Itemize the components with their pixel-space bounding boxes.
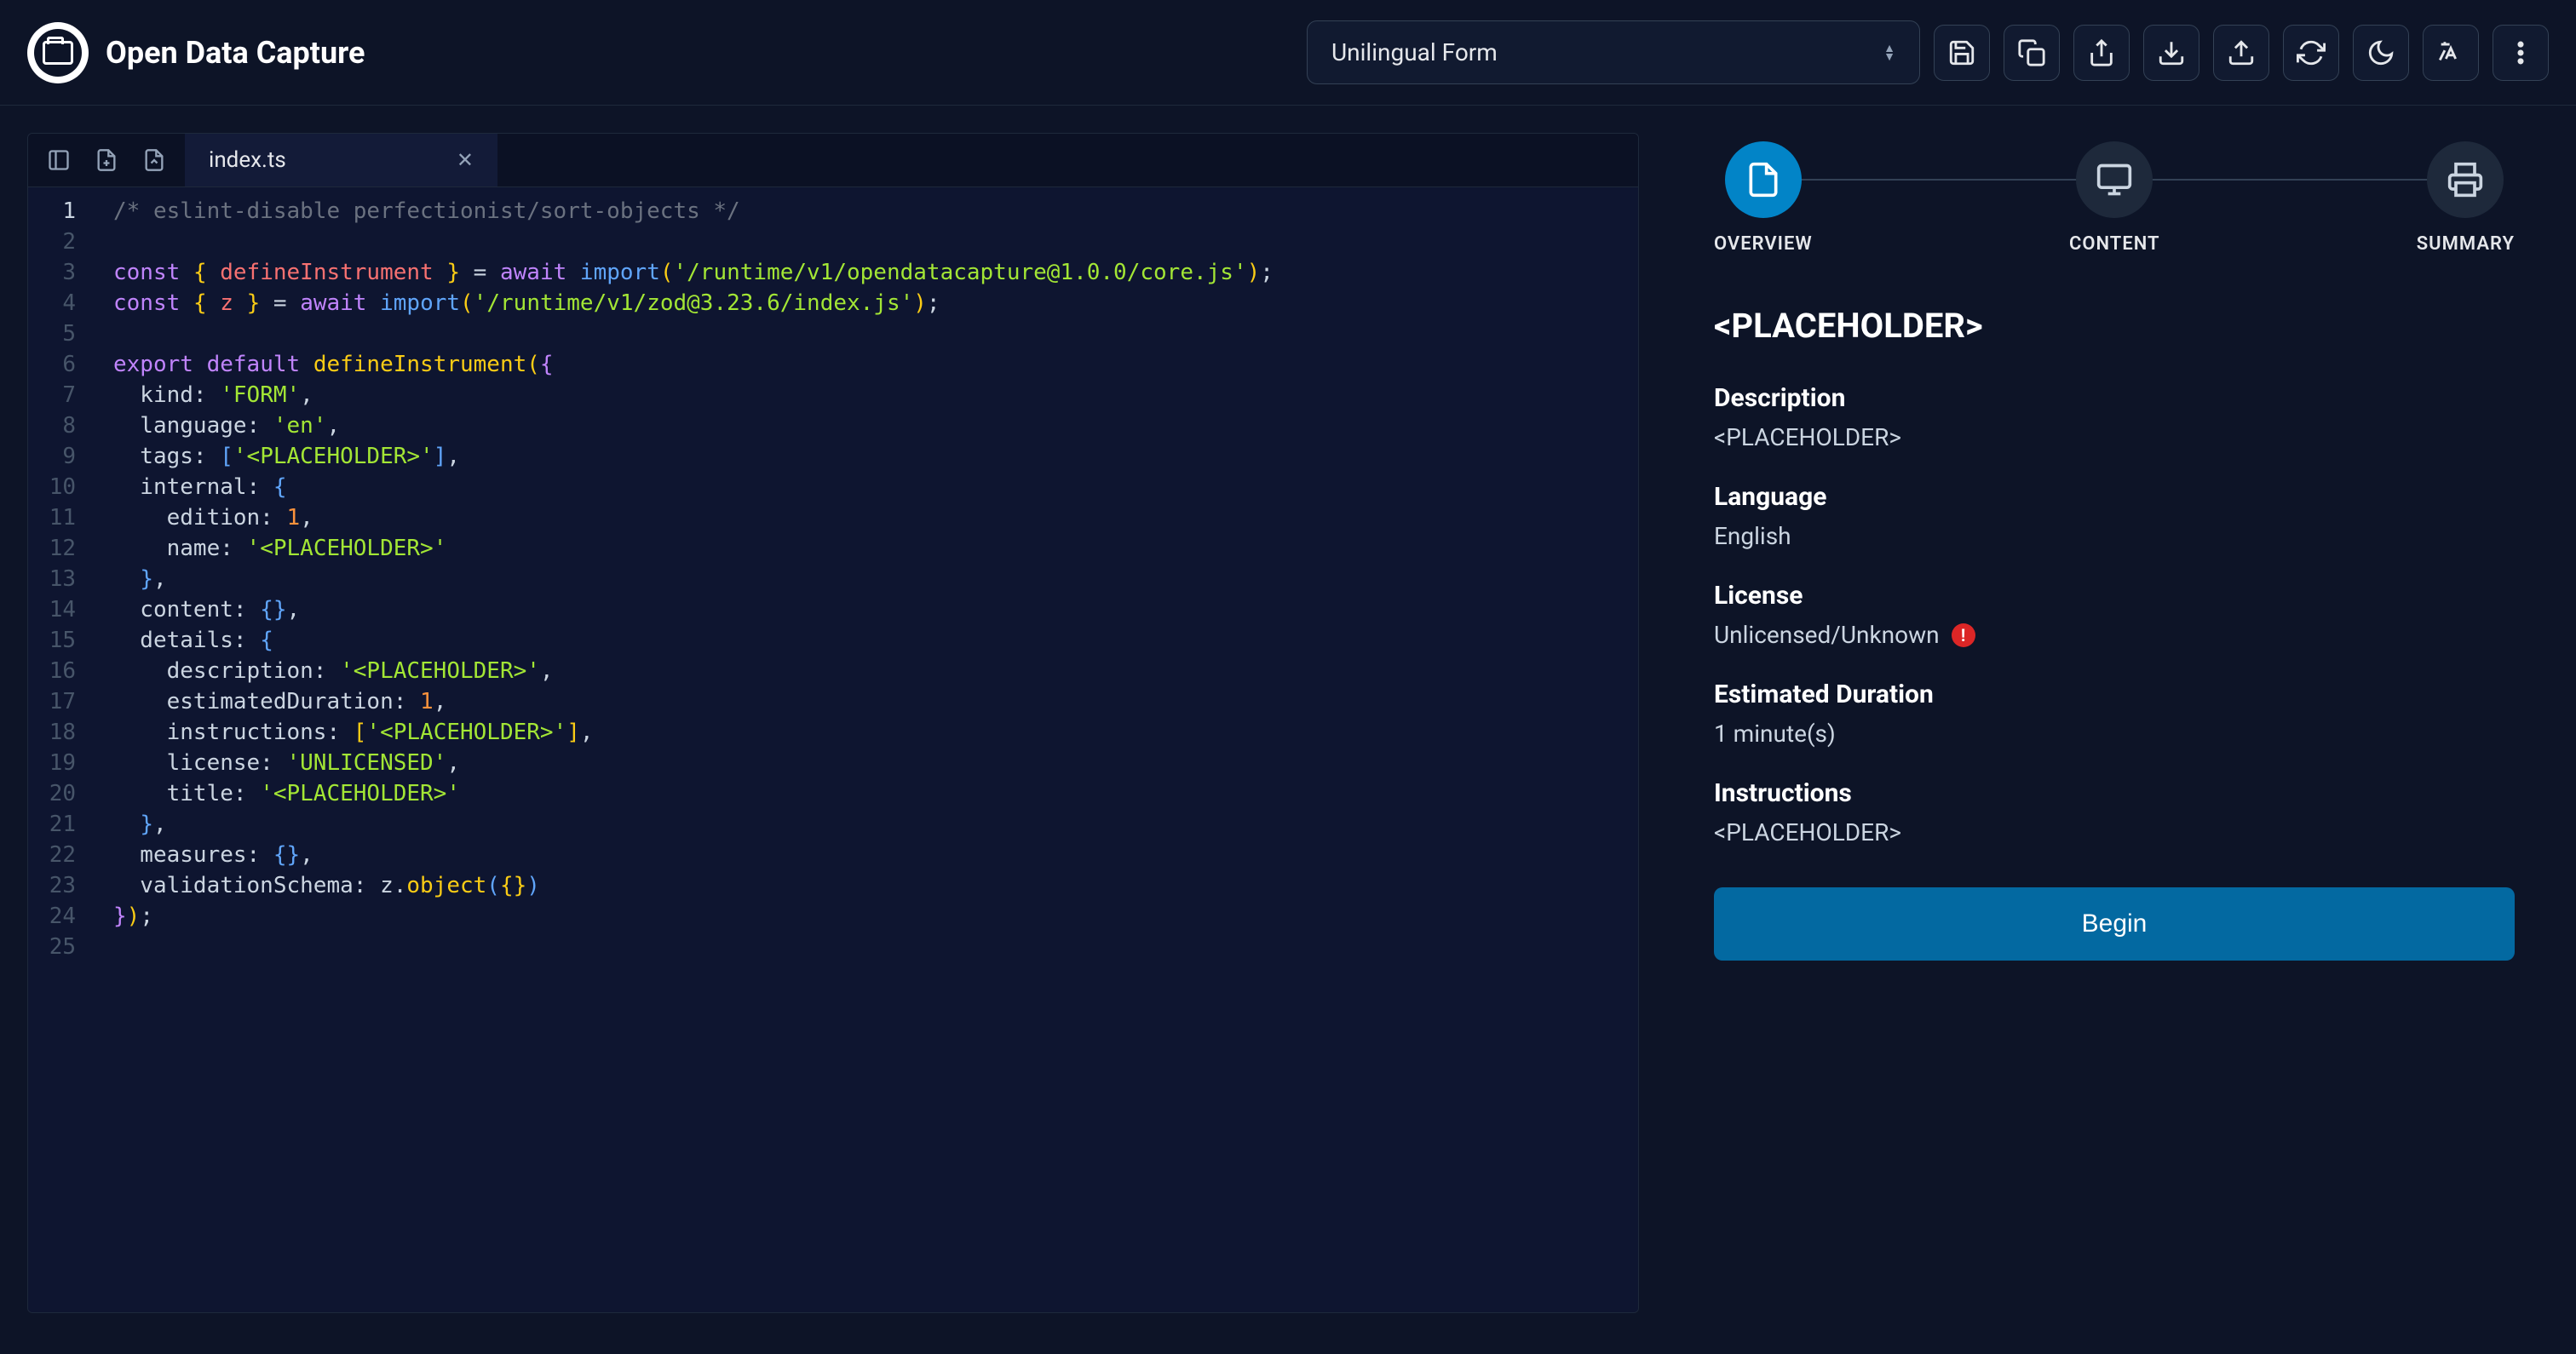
begin-button[interactable]: Begin <box>1714 887 2515 961</box>
field-label: Description <box>1714 383 2515 413</box>
logo-icon <box>27 22 89 83</box>
step-label: OVERVIEW <box>1714 233 1813 255</box>
form-selector-dropdown[interactable]: Unilingual Form ▲▼ <box>1307 20 1920 84</box>
field-value: English <box>1714 522 2515 550</box>
translate-button[interactable] <box>2423 25 2479 81</box>
field-value: 1 minute(s) <box>1714 720 2515 748</box>
theme-toggle-button[interactable] <box>2353 25 2409 81</box>
editor-tabs: index.ts ✕ <box>28 134 1638 187</box>
refresh-button[interactable] <box>2283 25 2339 81</box>
step-content[interactable]: CONTENT <box>2069 141 2160 255</box>
field-value: <PLACEHOLDER> <box>1714 818 2515 846</box>
step-summary[interactable]: SUMMARY <box>2417 141 2515 255</box>
code-content[interactable]: /* eslint-disable perfectionist/sort-obj… <box>96 187 1291 1312</box>
line-numbers: 1234567891011121314151617181920212223242… <box>28 187 96 1312</box>
tab-index-ts[interactable]: index.ts ✕ <box>185 134 498 186</box>
code-editor: index.ts ✕ 12345678910111213141516171819… <box>27 133 1639 1313</box>
step-overview[interactable]: OVERVIEW <box>1714 141 1813 255</box>
preview-field: Instructions <PLACEHOLDER> <box>1714 778 2515 846</box>
header-actions: Unilingual Form ▲▼ <box>1307 20 2549 84</box>
preview-field: Estimated Duration 1 minute(s) <box>1714 680 2515 748</box>
editor-body[interactable]: 1234567891011121314151617181920212223242… <box>28 187 1638 1312</box>
main-content: index.ts ✕ 12345678910111213141516171819… <box>0 106 2576 1340</box>
field-label: Instructions <box>1714 778 2515 808</box>
file-icon <box>1725 141 1802 218</box>
brand-title: Open Data Capture <box>106 35 365 71</box>
field-value: <PLACEHOLDER> <box>1714 423 2515 451</box>
step-label: CONTENT <box>2069 233 2160 255</box>
field-label: Estimated Duration <box>1714 680 2515 709</box>
preview-field: Language English <box>1714 482 2515 550</box>
preview-field: License Unlicensed/Unknown! <box>1714 581 2515 649</box>
form-selector-value: Unilingual Form <box>1331 38 1498 66</box>
more-menu-button[interactable] <box>2493 25 2549 81</box>
field-label: Language <box>1714 482 2515 512</box>
preview-panel: OVERVIEW CONTENT SUMMARY <PLACEHOLDER> D… <box>1680 133 2549 1313</box>
preview-field: Description <PLACEHOLDER> <box>1714 383 2515 451</box>
upload-button[interactable] <box>2213 25 2269 81</box>
warning-icon: ! <box>1952 623 1975 647</box>
field-value: Unlicensed/Unknown! <box>1714 621 2515 649</box>
close-icon[interactable]: ✕ <box>457 148 474 172</box>
new-file-icon[interactable] <box>89 143 124 177</box>
preview-fields: Description<PLACEHOLDER>LanguageEnglishL… <box>1714 383 2515 877</box>
step-label: SUMMARY <box>2417 233 2515 255</box>
field-label: License <box>1714 581 2515 611</box>
printer-icon <box>2427 141 2504 218</box>
top-header: Open Data Capture Unilingual Form ▲▼ <box>0 0 2576 106</box>
chevron-updown-icon: ▲▼ <box>1883 44 1895 61</box>
monitor-icon <box>2076 141 2153 218</box>
preview-title: <PLACEHOLDER> <box>1714 306 2515 346</box>
brand: Open Data Capture <box>27 22 365 83</box>
download-button[interactable] <box>2143 25 2199 81</box>
tab-label: index.ts <box>209 147 286 173</box>
share-button[interactable] <box>2073 25 2130 81</box>
save-button[interactable] <box>1934 25 1990 81</box>
file-action-icon[interactable] <box>137 143 171 177</box>
stepper: OVERVIEW CONTENT SUMMARY <box>1714 141 2515 255</box>
sidebar-toggle-icon[interactable] <box>42 143 76 177</box>
copy-button[interactable] <box>2004 25 2060 81</box>
